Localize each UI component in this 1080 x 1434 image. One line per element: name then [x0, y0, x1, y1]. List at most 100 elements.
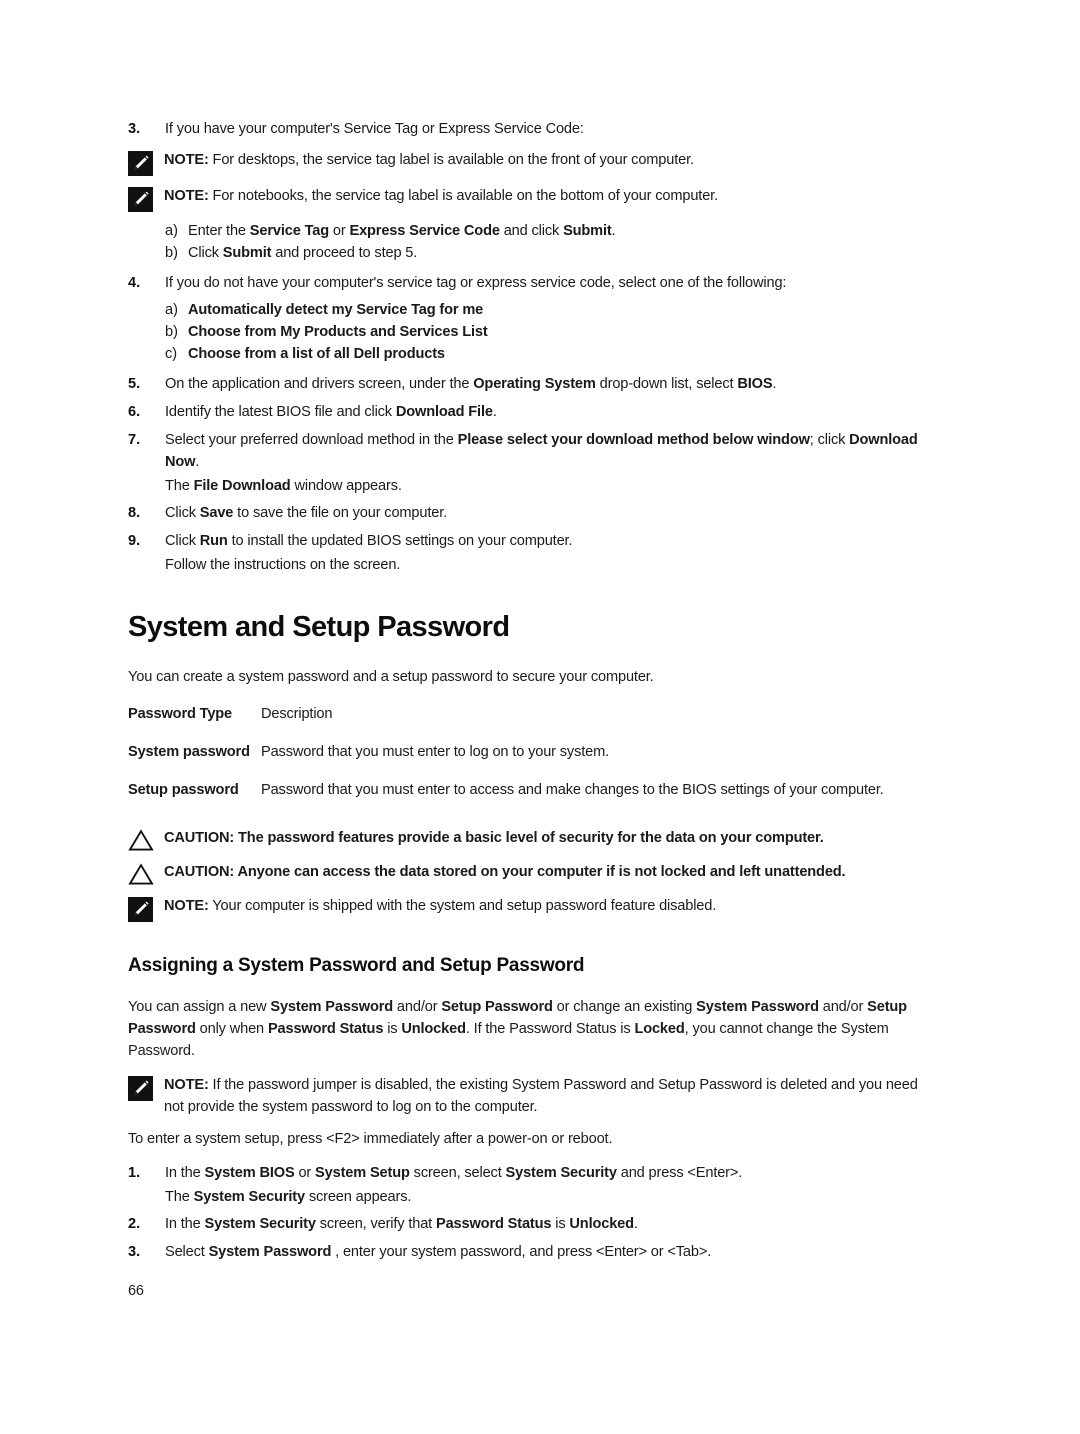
table-cell-description: Password that you must enter to access a…: [261, 782, 884, 798]
table-header-description: Description: [261, 706, 333, 722]
note-body: Your computer is shipped with the system…: [208, 898, 717, 914]
plain-text: only when: [195, 1021, 268, 1037]
plain-text: .: [492, 404, 497, 420]
emphasis-text: Locked: [634, 1021, 685, 1037]
plain-text: to install the updated BIOS settings on …: [227, 533, 573, 549]
sublist-item-text: Click Submit and proceed to step 5.: [188, 243, 928, 264]
list-item: 9. Click Run to install the updated BIOS…: [128, 530, 928, 552]
note-pencil-icon: [128, 895, 164, 922]
list-item-text: Select your preferred download method in…: [165, 429, 928, 473]
note-lead: NOTE:: [164, 1077, 209, 1093]
emphasis-text: BIOS: [737, 376, 773, 392]
plain-text: , enter your system password, and press …: [331, 1244, 712, 1260]
caution-triangle-icon: [128, 827, 164, 852]
sublist-item-text: Choose from a list of all Dell products: [188, 346, 445, 362]
plain-text: .: [633, 1216, 638, 1232]
sublist-item: b) Choose from My Products and Services …: [165, 322, 928, 343]
note-text: NOTE: If the password jumper is disabled…: [164, 1074, 928, 1118]
plain-text: You can assign a new: [128, 999, 271, 1015]
note-lead: NOTE:: [164, 152, 209, 168]
plain-text: drop-down list, select: [595, 376, 738, 392]
emphasis-text: System Security: [505, 1165, 617, 1181]
list-marker: 3.: [128, 121, 141, 137]
emphasis-text: Password Status: [436, 1216, 552, 1232]
sublist-item: c) Choose from a list of all Dell produc…: [165, 344, 928, 365]
emphasis-text: Run: [199, 533, 228, 549]
emphasis-text: System Setup: [315, 1165, 410, 1181]
caution-callout-unattended: CAUTION: Anyone can access the data stor…: [128, 861, 928, 886]
note-callout-password-jumper: NOTE: If the password jumper is disabled…: [128, 1074, 928, 1118]
plain-text: . If the Password Status is: [465, 1021, 635, 1037]
note-text: NOTE: For notebooks, the service tag lab…: [164, 185, 928, 207]
list-item-text: On the application and drivers screen, u…: [165, 373, 928, 395]
plain-text: and/or: [393, 999, 442, 1015]
list-item: 4. If you do not have your computer's se…: [128, 272, 928, 294]
plain-text: .: [195, 454, 200, 470]
plain-text: is: [551, 1216, 570, 1232]
plain-text: and/or: [818, 999, 868, 1015]
sublist-marker: b): [165, 324, 178, 340]
note-pencil-icon: [128, 1074, 164, 1101]
note-callout-notebooks: NOTE: For notebooks, the service tag lab…: [128, 185, 928, 212]
sublist-marker: c): [165, 346, 178, 362]
list-item: 2. In the System Security screen, verify…: [128, 1213, 928, 1235]
plain-text: Click: [165, 505, 200, 521]
sublist-marker: b): [165, 245, 178, 261]
plain-text: The: [165, 478, 194, 494]
section-intro-paragraph: You can create a system password and a s…: [128, 669, 654, 685]
table-row: System password Password that you must e…: [128, 742, 928, 780]
list-item: 6. Identify the latest BIOS file and cli…: [128, 401, 928, 423]
plain-text: to save the file on your computer.: [233, 505, 448, 521]
note-pencil-icon: [128, 185, 164, 212]
sublist-marker: a): [165, 223, 178, 239]
emphasis-text: System Security: [193, 1189, 305, 1205]
note-callout-desktops: NOTE: For desktops, the service tag labe…: [128, 149, 928, 176]
plain-text: screen, verify that: [315, 1216, 436, 1232]
list-item-text: Identify the latest BIOS file and click …: [165, 401, 928, 423]
emphasis-text: System Password: [696, 999, 819, 1015]
plain-text: .: [611, 223, 616, 239]
sublist-step4: a) Automatically detect my Service Tag f…: [128, 300, 928, 365]
list-item-followup: The System Security screen appears.: [165, 1186, 928, 1208]
page-number: 66: [128, 1283, 144, 1299]
emphasis-text: System Password: [270, 999, 394, 1015]
caution-text: CAUTION: Anyone can access the data stor…: [164, 864, 846, 880]
list-marker: 1.: [128, 1165, 141, 1181]
note-lead: NOTE:: [164, 898, 209, 914]
caution-triangle-icon: [128, 861, 164, 886]
emphasis-text: Service Tag: [249, 223, 329, 239]
sublist-item: b) Click Submit and proceed to step 5.: [165, 243, 928, 264]
list-item-followup: The File Download window appears.: [165, 475, 928, 497]
plain-text: Select: [165, 1244, 209, 1260]
plain-text: Select your preferred download method in…: [165, 432, 458, 448]
emphasis-text: Submit: [563, 223, 612, 239]
list-item-text: If you have your computer's Service Tag …: [165, 121, 584, 137]
table-cell-type: Setup password: [128, 782, 239, 798]
page-content: 3. If you have your computer's Service T…: [128, 118, 928, 1269]
emphasis-text: Save: [199, 505, 234, 521]
password-type-table: Password Type Description System passwor…: [128, 704, 928, 818]
table-row: Setup password Password that you must en…: [128, 780, 928, 818]
emphasis-text: Unlocked: [569, 1216, 634, 1232]
plain-text: On the application and drivers screen, u…: [165, 376, 474, 392]
note-lead: NOTE:: [164, 188, 209, 204]
plain-text: window appears.: [290, 478, 402, 494]
sublist-item-text: Automatically detect my Service Tag for …: [188, 302, 484, 318]
list-item: 3. Select System Password , enter your s…: [128, 1241, 928, 1263]
list-marker: 4.: [128, 275, 141, 291]
emphasis-text: Operating System: [473, 376, 596, 392]
list-item: 7. Select your preferred download method…: [128, 429, 928, 473]
list-item: 8. Click Save to save the file on your c…: [128, 502, 928, 524]
sublist-step3: a) Enter the Service Tag or Express Serv…: [128, 221, 928, 264]
emphasis-text: Download File: [395, 404, 493, 420]
emphasis-text: File Download: [193, 478, 291, 494]
plain-text: In the: [165, 1216, 205, 1232]
emphasis-text: Submit: [222, 245, 272, 261]
list-marker: 2.: [128, 1216, 141, 1232]
table-header-password-type: Password Type: [128, 706, 233, 722]
emphasis-text: System Security: [204, 1216, 316, 1232]
list-marker: 5.: [128, 376, 141, 392]
page-title: System and Setup Password: [128, 611, 510, 643]
caution-text: CAUTION: The password features provide a…: [164, 830, 824, 846]
plain-text: or: [294, 1165, 316, 1181]
